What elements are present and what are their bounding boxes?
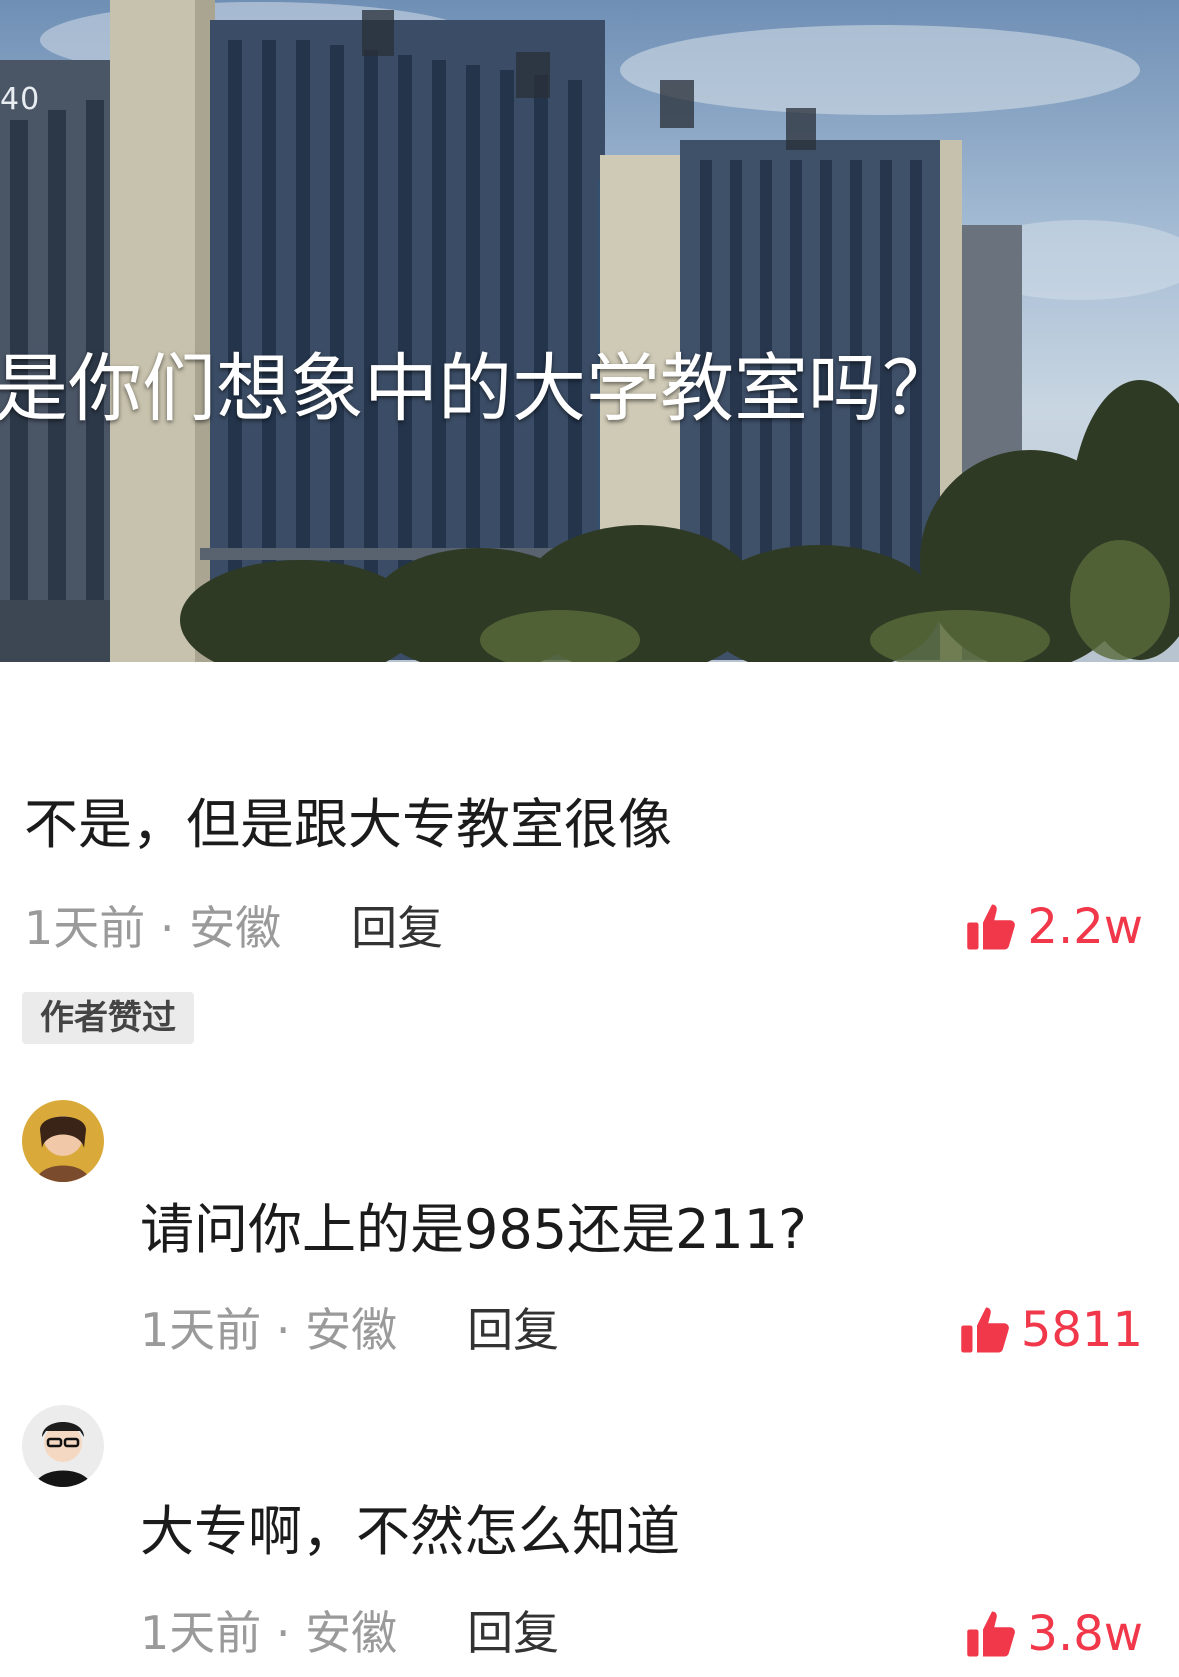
- like-button[interactable]: 3.8w: [965, 1606, 1143, 1662]
- author-liked-badge: 作者赞过: [22, 992, 194, 1044]
- avatar[interactable]: [22, 1100, 104, 1182]
- user-avatar-image: [22, 1405, 104, 1487]
- like-count: 2.2w: [1027, 899, 1143, 955]
- comment-text: 大专啊，不然怎么知道: [140, 1500, 680, 1563]
- thumbs-up-icon: [967, 904, 1016, 950]
- comment-time-location: 1天前 · 安徽: [24, 901, 282, 955]
- comment-text: 不是，但是跟大专教室很像: [24, 793, 672, 856]
- reply-button[interactable]: 回复: [351, 901, 443, 955]
- like-button[interactable]: 2.2w: [965, 899, 1143, 955]
- like-count: 3.8w: [1027, 1606, 1143, 1662]
- campus-building-image: [0, 0, 1179, 662]
- user-avatar-image: [22, 1100, 104, 1182]
- video-caption: 是你们想象中的大学教室吗？: [0, 346, 956, 432]
- thumbs-up-icon: [967, 1611, 1016, 1657]
- comment-text: 请问你上的是985还是211?: [140, 1198, 807, 1261]
- comment-time-location: 1天前 · 安徽: [140, 1303, 398, 1357]
- video-timer: 40: [0, 82, 41, 117]
- comment-meta: 1天前 · 安徽 回复: [140, 1307, 559, 1353]
- like-button[interactable]: 5811: [959, 1302, 1143, 1358]
- like-count: 5811: [1020, 1302, 1143, 1358]
- avatar[interactable]: [22, 1405, 104, 1487]
- comment-time-location: 1天前 · 安徽: [140, 1606, 398, 1660]
- comment-meta: 1天前 · 安徽 回复: [24, 905, 443, 951]
- reply-button[interactable]: 回复: [467, 1303, 559, 1357]
- thumbs-up-icon: [961, 1307, 1009, 1353]
- video-frame[interactable]: 40 是你们想象中的大学教室吗？: [0, 0, 1179, 662]
- comment-meta: 1天前 · 安徽 回复: [140, 1610, 559, 1656]
- reply-button[interactable]: 回复: [467, 1606, 559, 1660]
